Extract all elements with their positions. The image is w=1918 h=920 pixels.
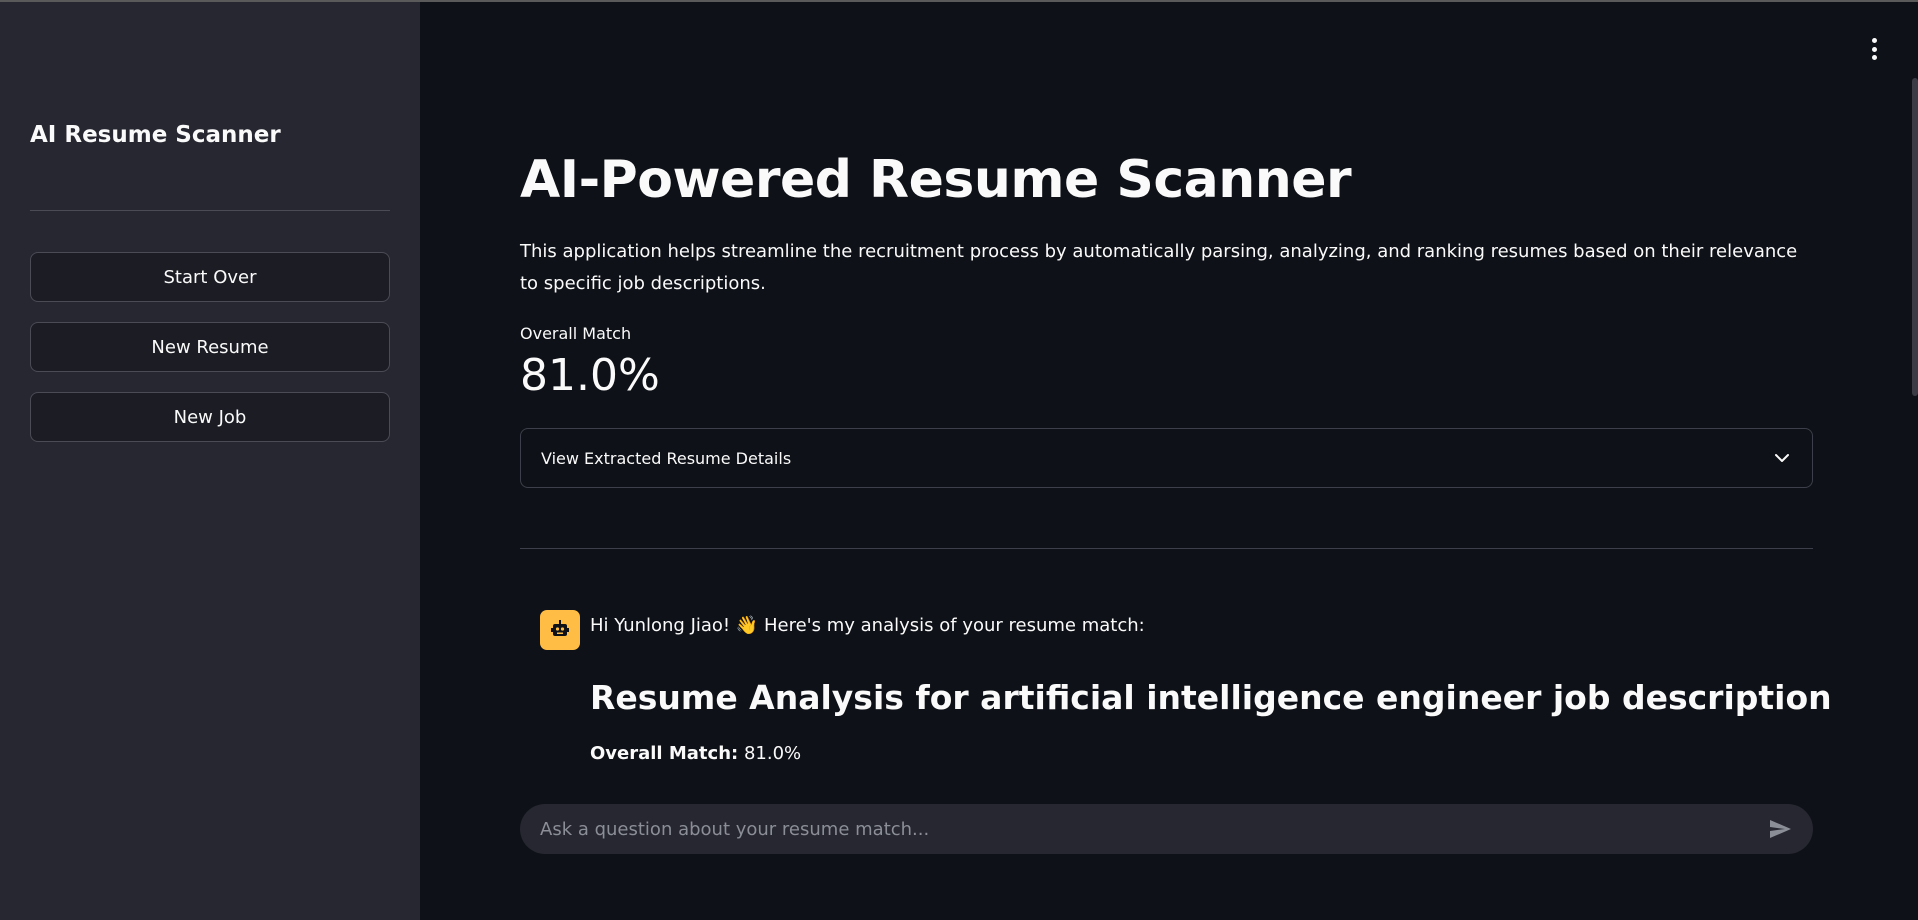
chat-match-value: 81.0%: [743, 743, 802, 764]
section-divider: [520, 548, 1813, 549]
chat-match-label: Overall Match:: [590, 743, 739, 764]
new-job-button[interactable]: New Job: [30, 392, 390, 442]
page-title: AI-Powered Resume Scanner: [520, 150, 1352, 210]
metric-label: Overall Match: [520, 324, 632, 343]
resume-details-expander[interactable]: View Extracted Resume Details: [520, 428, 1813, 488]
new-resume-button[interactable]: New Resume: [30, 322, 390, 372]
more-vertical-icon[interactable]: [1868, 38, 1880, 60]
chevron-down-icon: [1772, 448, 1792, 468]
scrollbar[interactable]: [1912, 78, 1918, 396]
chat-input[interactable]: [540, 818, 1767, 840]
main-content: AI-Powered Resume Scanner This applicati…: [420, 2, 1918, 920]
send-icon[interactable]: [1767, 816, 1793, 842]
start-over-button[interactable]: Start Over: [30, 252, 390, 302]
sidebar-divider: [30, 210, 390, 211]
chat-match-line: Overall Match: 81.0%: [590, 743, 801, 764]
sidebar-title: AI Resume Scanner: [30, 122, 281, 148]
sidebar: AI Resume Scanner Start Over New Resume …: [0, 2, 420, 920]
metric-value: 81.0%: [520, 350, 660, 401]
chat-greeting: Hi Yunlong Jiao! 👋 Here's my analysis of…: [590, 615, 1145, 636]
chat-input-container: [520, 804, 1813, 854]
app-description: This application helps streamline the re…: [520, 241, 1798, 294]
chat-analysis-heading: Resume Analysis for artificial intellige…: [590, 678, 1832, 717]
robot-icon: [540, 610, 580, 650]
expander-label: View Extracted Resume Details: [541, 448, 792, 468]
